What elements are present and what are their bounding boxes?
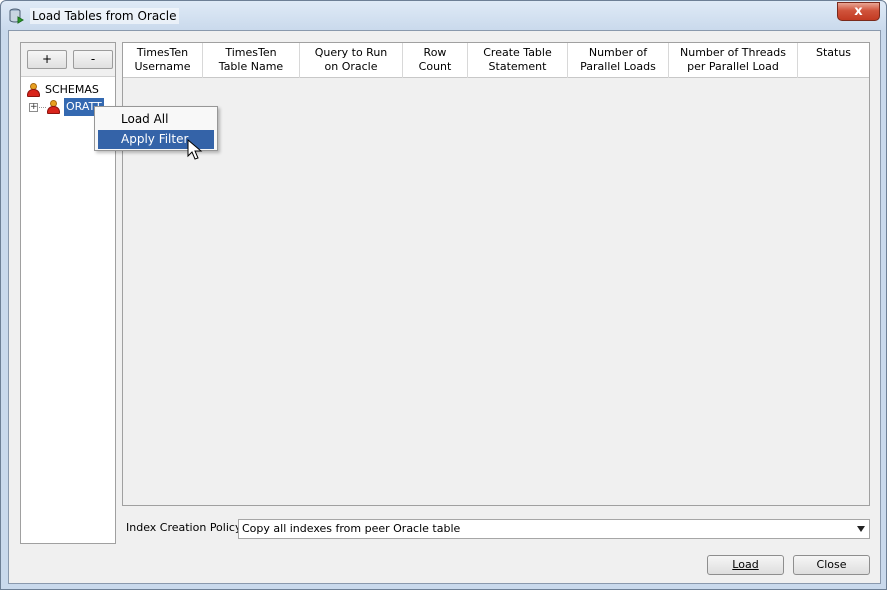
tree-node-label: SCHEMAS — [45, 83, 99, 96]
user-icon — [27, 83, 40, 97]
window-title: Load Tables from Oracle — [30, 8, 179, 24]
user-icon — [47, 100, 60, 114]
column-header[interactable]: Status — [798, 43, 869, 78]
tree-connector — [39, 107, 46, 108]
index-policy-select[interactable]: Copy all indexes from peer Oracle table — [238, 519, 870, 539]
column-header[interactable]: Number of Threads per Parallel Load — [669, 43, 798, 78]
add-schema-button[interactable]: + — [27, 50, 67, 69]
title-bar[interactable]: Load Tables from Oracle x — [1, 1, 886, 31]
menu-item-load-all[interactable]: Load All — [98, 110, 214, 129]
close-icon: x — [854, 4, 863, 19]
load-button[interactable]: Load — [707, 555, 784, 575]
grid-header: TimesTen Username TimesTen Table Name Qu… — [123, 43, 869, 78]
chevron-down-icon[interactable] — [857, 526, 865, 532]
tables-grid[interactable]: TimesTen Username TimesTen Table Name Qu… — [122, 42, 870, 506]
index-policy-value: Copy all indexes from peer Oracle table — [242, 522, 461, 535]
expand-icon[interactable]: + — [29, 103, 38, 112]
column-header[interactable]: Create Table Statement — [468, 43, 568, 78]
close-button[interactable]: Close — [793, 555, 870, 575]
mouse-cursor-icon — [187, 139, 203, 160]
column-header[interactable]: Query to Run on Oracle — [300, 43, 403, 78]
column-header[interactable]: Number of Parallel Loads — [568, 43, 669, 78]
index-policy-label: Index Creation Policy: — [126, 521, 245, 534]
column-header[interactable]: Row Count — [403, 43, 468, 78]
window-close-button[interactable]: x — [837, 2, 880, 21]
tree-node-schemas[interactable]: SCHEMAS — [27, 81, 113, 99]
column-header[interactable]: TimesTen Table Name — [203, 43, 300, 78]
remove-schema-button[interactable]: - — [73, 50, 113, 69]
database-load-icon — [9, 8, 24, 24]
load-button-label: Load — [732, 558, 759, 571]
dialog-window: Load Tables from Oracle x + - SCHEMAS + … — [0, 0, 887, 590]
close-button-label: Close — [816, 558, 847, 571]
column-header[interactable]: TimesTen Username — [123, 43, 203, 78]
